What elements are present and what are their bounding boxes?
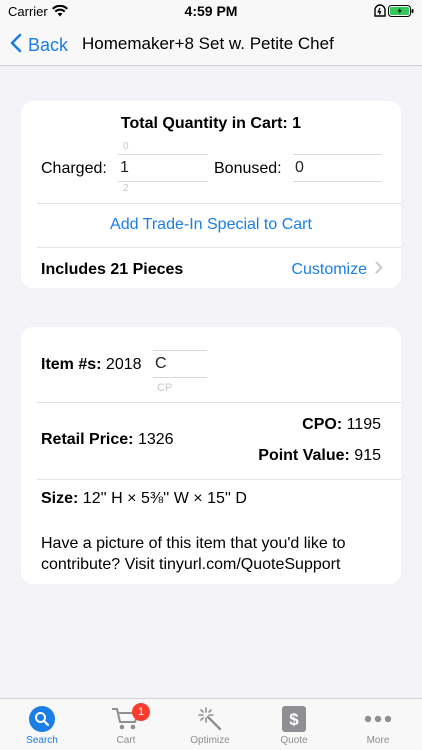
cpo-row: CPO: 1195 xyxy=(302,416,381,434)
chevron-right-icon xyxy=(375,261,383,279)
item-number-row: Item #s: 2018 xyxy=(41,356,142,374)
size-label: Size: xyxy=(41,490,79,507)
cpo-value: 1195 xyxy=(346,416,381,433)
size-value: 12'' H × 5⅜'' W × 15'' D xyxy=(82,490,247,507)
item-details-card: Item #s: 2018 C CP CPO: 1195 Retail Pric… xyxy=(21,327,401,584)
bonused-quantity-picker[interactable]: 0 xyxy=(293,154,381,182)
includes-pieces-label: Includes 21 Pieces xyxy=(41,261,184,278)
navigation-bar: Back Homemaker+8 Set w. Petite Chef xyxy=(0,24,422,66)
contribute-text[interactable]: Have a picture of this item that you'd l… xyxy=(41,533,387,575)
customize-button[interactable]: Customize xyxy=(291,261,383,279)
point-value-label: Point Value: xyxy=(258,447,350,464)
picker-ghost-bottom: 2 xyxy=(123,183,129,194)
back-button-label: Back xyxy=(28,34,69,55)
battery-icon xyxy=(388,5,414,20)
tab-more[interactable]: More xyxy=(336,705,420,746)
add-trade-in-button[interactable]: Add Trade-In Special to Cart xyxy=(21,216,401,234)
tab-optimize[interactable]: Optimize xyxy=(168,705,252,746)
back-button[interactable]: Back xyxy=(10,32,68,58)
chevron-left-icon xyxy=(10,33,22,58)
item-number-value: 2018 xyxy=(105,356,142,373)
size-row: Size: 12'' H × 5⅜'' W × 15'' D xyxy=(41,490,247,508)
tab-search[interactable]: Search xyxy=(0,705,84,746)
bonused-label: Bonused: xyxy=(214,160,282,177)
point-value-row: Point Value: 915 xyxy=(258,447,381,465)
cart-badge: 1 xyxy=(132,703,150,721)
cart-quantity-card: Total Quantity in Cart: 1 0 Charged: 1 2… xyxy=(21,101,401,288)
tab-bar: Search 1 Cart Optimize $ Quote More xyxy=(0,698,422,750)
tab-label: Cart xyxy=(116,735,136,746)
tab-label: Optimize xyxy=(190,735,230,746)
tab-label: Search xyxy=(26,735,58,746)
total-quantity-label: Total Quantity in Cart: 1 xyxy=(120,115,302,132)
charged-quantity-picker[interactable]: 1 xyxy=(118,154,208,182)
more-icon xyxy=(336,705,420,733)
clock-time: 4:59 PM xyxy=(184,3,238,19)
retail-price-row: Retail Price: 1326 xyxy=(41,431,174,449)
search-icon xyxy=(0,705,84,733)
retail-price-value: 1326 xyxy=(137,431,174,448)
charging-lock-icon xyxy=(374,4,386,20)
item-suffix-picker[interactable]: C xyxy=(153,350,207,378)
tab-label: Quote xyxy=(280,735,308,746)
divider xyxy=(37,402,401,403)
customize-label: Customize xyxy=(291,261,367,278)
charged-label: Charged: xyxy=(41,160,107,177)
magic-wand-icon xyxy=(168,705,252,733)
point-value-value: 915 xyxy=(354,447,381,464)
page-title: Homemaker+8 Set w. Petite Chef xyxy=(82,34,334,53)
divider xyxy=(37,203,401,204)
divider xyxy=(37,479,401,480)
item-suffix-ghost: CP xyxy=(157,382,173,394)
cart-icon: 1 xyxy=(84,703,168,733)
cpo-label: CPO: xyxy=(302,416,343,433)
svg-text:$: $ xyxy=(289,710,299,729)
tab-quote[interactable]: $ Quote xyxy=(252,705,336,746)
tab-cart[interactable]: 1 Cart xyxy=(84,703,168,746)
retail-price-label: Retail Price: xyxy=(41,431,134,448)
status-bar: Carrier 4:59 PM xyxy=(0,0,422,24)
tab-label: More xyxy=(366,735,390,746)
item-number-label: Item #s: xyxy=(41,356,102,373)
picker-ghost-top: 0 xyxy=(123,141,129,152)
divider xyxy=(37,247,401,248)
dollar-icon: $ xyxy=(252,705,336,733)
